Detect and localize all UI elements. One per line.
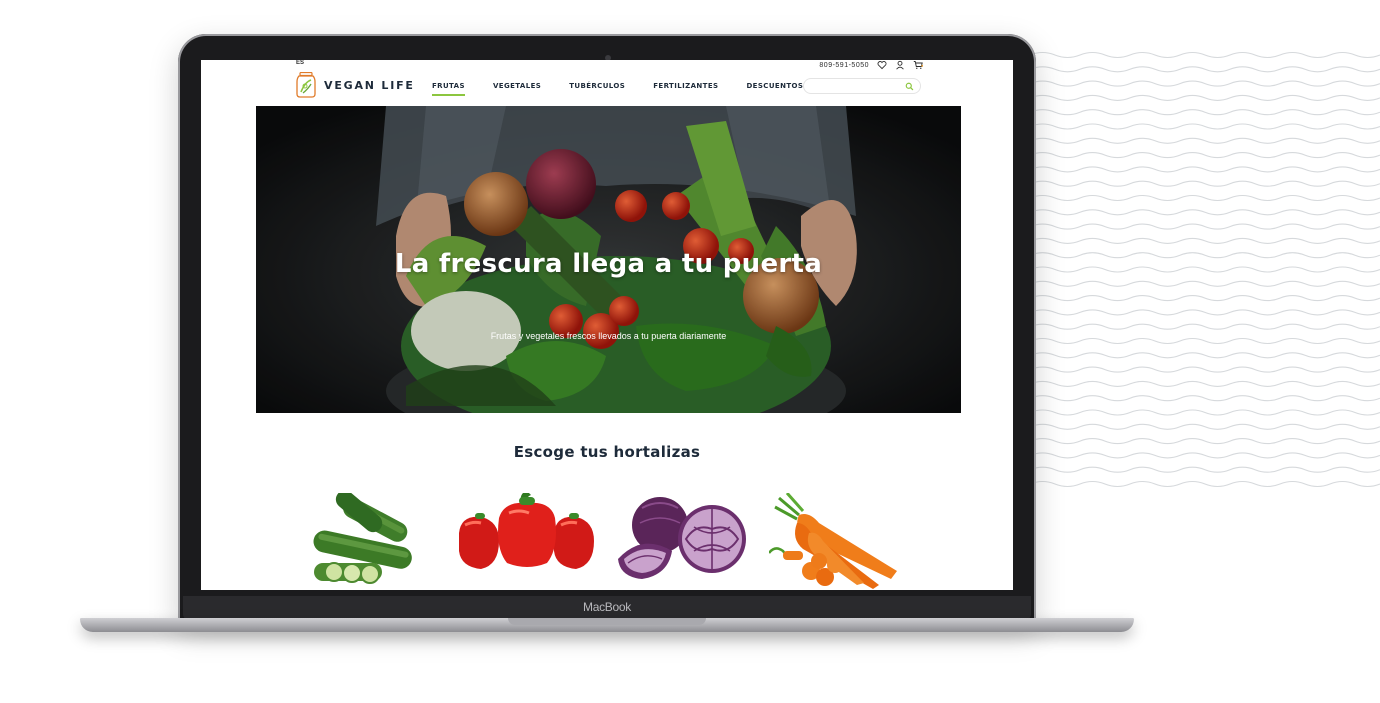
wave-line	[1030, 51, 1380, 59]
stage: ES 809-591-5050 VEGAN LIFE FRUTAS VEGETA…	[0, 0, 1380, 703]
wave-line	[1030, 166, 1380, 173]
phone-number[interactable]: 809-591-5050	[819, 62, 869, 69]
carrot-icon[interactable]	[769, 493, 904, 590]
wave-line	[1030, 266, 1380, 273]
wave-line	[1030, 280, 1380, 287]
wave-line	[1030, 180, 1380, 187]
wave-line	[1030, 309, 1380, 316]
red-cabbage-icon[interactable]	[612, 493, 747, 590]
cucumber-icon[interactable]	[304, 493, 439, 590]
wave-pattern-decoration	[1030, 51, 1380, 488]
wave-line	[1030, 152, 1380, 159]
red-pepper-icon[interactable]	[459, 493, 594, 590]
wave-line	[1030, 137, 1380, 144]
wave-line	[1030, 94, 1380, 101]
section-title: Escoge tus hortalizas	[513, 443, 701, 461]
wave-line	[1030, 194, 1380, 202]
site-header: VEGAN LIFE FRUTAS VEGETALES TUBÉRCULOS F…	[201, 72, 1013, 106]
language-selector[interactable]: ES	[296, 60, 304, 66]
device-label: MacBook	[583, 600, 631, 614]
wave-line	[1030, 295, 1380, 302]
nav-item-fertilizantes[interactable]: FERTILIZANTES	[653, 82, 718, 90]
wave-line	[1030, 480, 1380, 488]
hero-banner: La frescura llega a tu puerta Frutas y v…	[256, 106, 961, 413]
wave-line	[1030, 380, 1380, 387]
wave-line	[1030, 237, 1380, 244]
laptop-chin: MacBook	[183, 596, 1031, 620]
laptop-screen: ES 809-591-5050 VEGAN LIFE FRUTAS VEGETA…	[201, 60, 1013, 590]
wave-line	[1030, 209, 1380, 216]
search-input[interactable]	[803, 78, 921, 94]
search-icon[interactable]	[905, 82, 914, 91]
wave-line	[1030, 109, 1380, 116]
nav-item-descuentos[interactable]: DESCUENTOS	[746, 82, 803, 90]
nav-item-tuberculos[interactable]: TUBÉRCULOS	[569, 82, 625, 90]
wave-line	[1030, 366, 1380, 373]
nav-item-vegetales[interactable]: VEGETALES	[493, 82, 541, 90]
wave-line	[1030, 466, 1380, 473]
topbar-utilities: 809-591-5050	[819, 60, 923, 70]
hero-title: La frescura llega a tu puerta	[394, 249, 823, 279]
heart-icon[interactable]	[877, 60, 887, 70]
wave-line	[1030, 337, 1380, 345]
wave-line	[1030, 409, 1380, 416]
wave-line	[1030, 123, 1380, 130]
wave-line	[1030, 452, 1380, 459]
wave-line	[1030, 352, 1380, 359]
vegan-jar-logo-icon	[296, 72, 316, 98]
wave-line	[1030, 80, 1380, 87]
brand-logo[interactable]: VEGAN LIFE	[296, 72, 415, 98]
wave-line	[1030, 423, 1380, 430]
wave-line	[1030, 438, 1380, 445]
user-icon[interactable]	[895, 60, 905, 70]
wave-line	[1030, 223, 1380, 230]
hero-subtitle: Frutas y vegetales frescos llevados a tu…	[490, 331, 727, 341]
wave-line	[1030, 252, 1380, 259]
laptop-base-notch	[508, 618, 706, 625]
main-nav: FRUTAS VEGETALES TUBÉRCULOS FERTILIZANTE…	[432, 82, 831, 96]
wave-line	[1030, 323, 1380, 330]
cart-icon[interactable]	[913, 60, 923, 70]
wave-line	[1030, 395, 1380, 402]
brand-name: VEGAN LIFE	[324, 78, 415, 92]
product-row	[304, 493, 914, 590]
wave-line	[1030, 66, 1380, 73]
nav-item-frutas[interactable]: FRUTAS	[432, 82, 465, 96]
